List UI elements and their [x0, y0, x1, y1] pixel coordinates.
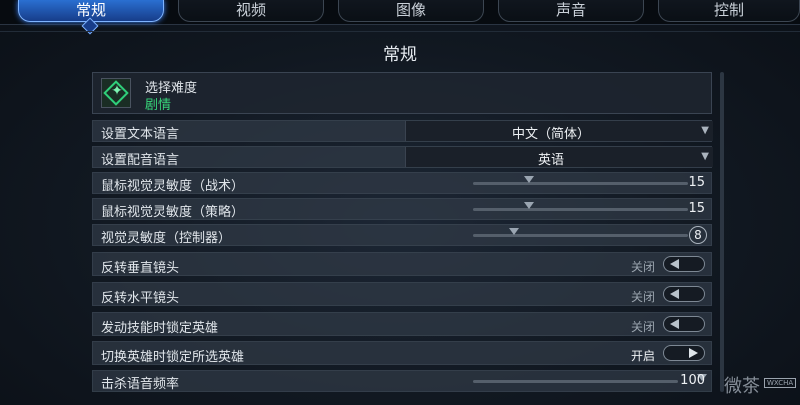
slider-thumb[interactable]	[524, 176, 535, 183]
setting-mouse-strategy: 鼠标视觉灵敏度（策略） 15	[92, 198, 712, 220]
scrollbar[interactable]	[720, 72, 724, 392]
dropdown-value: 英语	[537, 153, 564, 168]
kill-voice-slider[interactable]	[473, 374, 707, 383]
difficulty-selector[interactable]: ✦ 选择难度 剧情	[92, 72, 712, 114]
toggle-state: 关闭	[630, 260, 655, 274]
watermark-badge: WXCHA	[764, 378, 797, 388]
dropdown-value: 中文（简体）	[511, 127, 590, 142]
arrow-left-icon	[670, 319, 679, 329]
controller-slider[interactable]	[473, 228, 688, 237]
slider-value: 15	[688, 175, 705, 190]
invert-vertical-toggle[interactable]	[663, 256, 705, 272]
arrow-left-icon	[670, 259, 679, 269]
setting-controller-sensitivity: 视觉灵敏度（控制器） 8	[92, 224, 712, 246]
setting-label: 反转水平镜头	[101, 291, 180, 306]
arrow-right-icon	[689, 348, 698, 358]
voice-language-dropdown[interactable]: 英语 ▼	[405, 147, 713, 168]
text-language-dropdown[interactable]: 中文（简体） ▼	[405, 121, 713, 142]
slider-thumb[interactable]	[509, 228, 520, 235]
chevron-down-icon: ▼	[701, 125, 709, 136]
lock-hero-skill-toggle[interactable]	[663, 316, 705, 332]
setting-label: 鼠标视觉灵敏度（战术）	[101, 179, 245, 194]
setting-label: 设置配音语言	[101, 153, 180, 168]
setting-invert-vertical: 反转垂直镜头 关闭	[92, 252, 712, 276]
chevron-down-icon: ▼	[701, 151, 709, 162]
setting-lock-hero-skill: 发动技能时锁定英雄 关闭	[92, 312, 712, 336]
setting-label: 反转垂直镜头	[101, 261, 180, 276]
tab-controls[interactable]: 控制	[658, 0, 800, 22]
tab-sound[interactable]: 声音	[498, 0, 644, 22]
tab-bar: 常规 视频 图像 声音 控制	[0, 0, 800, 25]
slider-value: 100	[680, 373, 705, 388]
slider-thumb[interactable]	[524, 202, 535, 209]
setting-label: 鼠标视觉灵敏度（策略）	[101, 205, 245, 220]
setting-label: 发动技能时锁定英雄	[101, 321, 219, 336]
toggle-state: 开启	[630, 349, 655, 363]
setting-text-language: 设置文本语言 中文（简体） ▼	[92, 120, 713, 142]
difficulty-icon: ✦	[101, 78, 131, 108]
lock-selected-hero-toggle[interactable]	[663, 345, 705, 361]
setting-label: 击杀语音频率	[101, 377, 180, 392]
tab-graphics[interactable]: 图像	[338, 0, 484, 22]
setting-label: 设置文本语言	[101, 127, 180, 142]
watermark-logo: 微茶	[724, 376, 760, 397]
difficulty-value: 剧情	[145, 98, 172, 113]
toggle-state: 关闭	[630, 320, 655, 334]
mouse-strategy-slider[interactable]	[473, 202, 688, 211]
setting-label: 视觉灵敏度（控制器）	[101, 231, 232, 246]
slider-value: 8	[689, 226, 707, 244]
divider	[0, 31, 800, 32]
setting-label: 切换英雄时锁定所选英雄	[101, 350, 245, 365]
invert-horizontal-toggle[interactable]	[663, 286, 705, 302]
setting-voice-language: 设置配音语言 英语 ▼	[92, 146, 713, 168]
setting-kill-voice-frequency: 击杀语音频率 100	[92, 370, 712, 392]
setting-lock-selected-hero: 切换英雄时锁定所选英雄 开启	[92, 341, 712, 365]
toggle-state: 关闭	[630, 290, 655, 304]
mouse-tactical-slider[interactable]	[473, 176, 688, 185]
setting-invert-horizontal: 反转水平镜头 关闭	[92, 282, 712, 306]
arrow-left-icon	[670, 289, 679, 299]
slider-value: 15	[688, 201, 705, 216]
setting-mouse-tactical: 鼠标视觉灵敏度（战术） 15	[92, 172, 712, 194]
page-title: 常规	[383, 45, 417, 65]
tab-video[interactable]: 视频	[178, 0, 324, 22]
